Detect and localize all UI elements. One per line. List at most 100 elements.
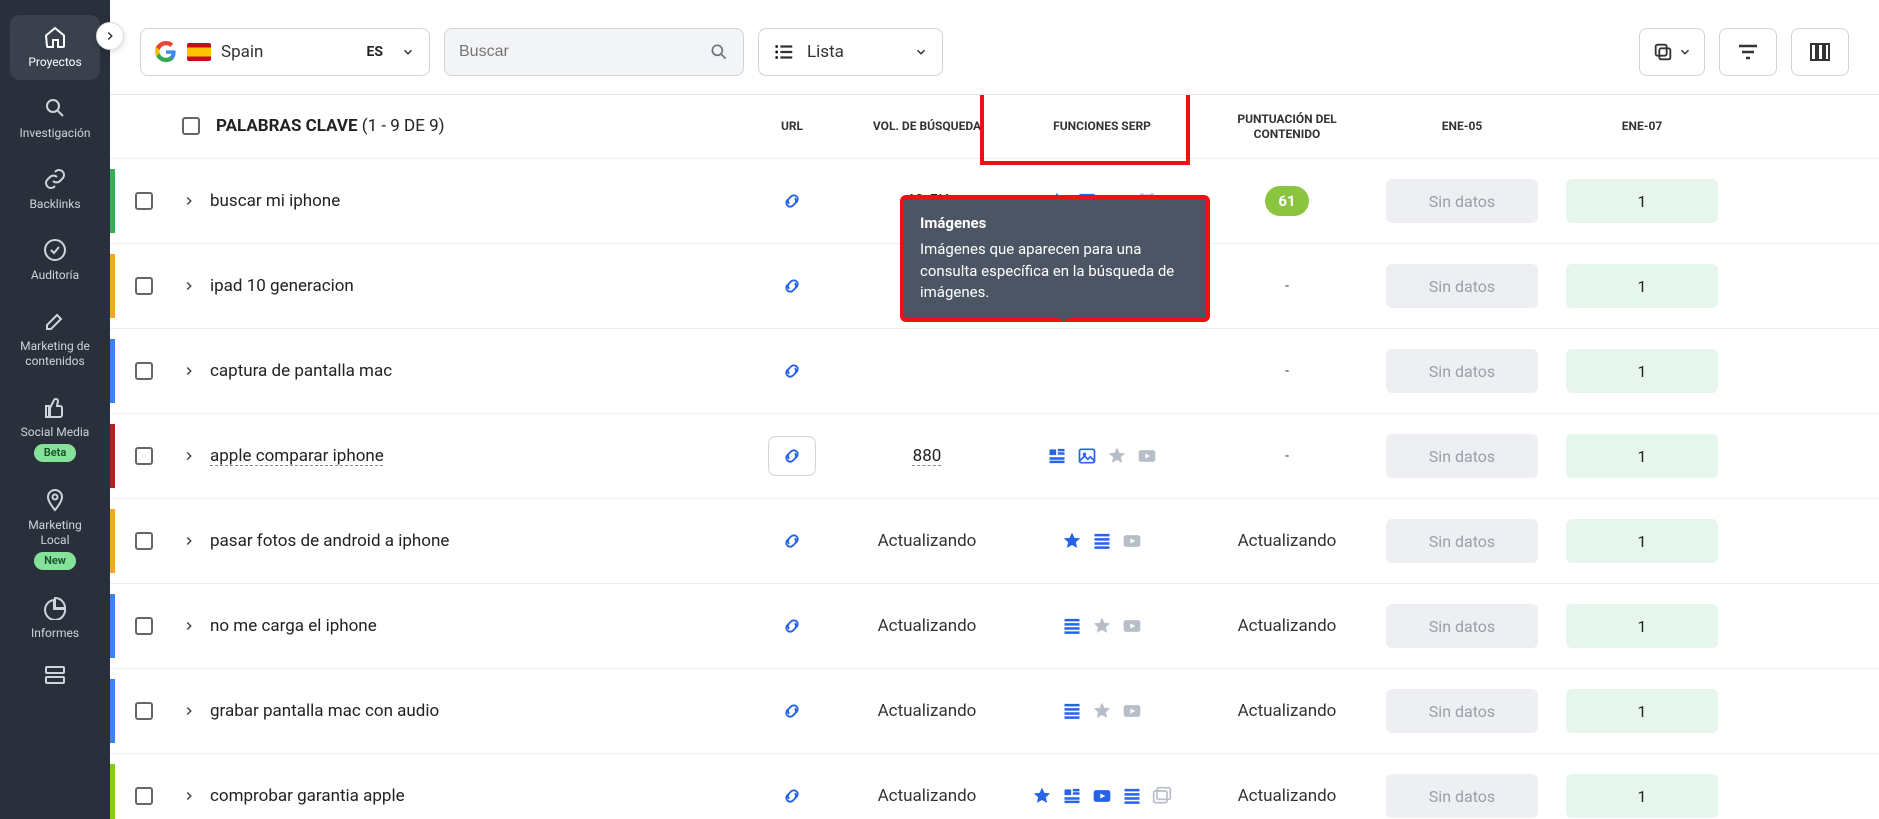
url-link-button[interactable] <box>768 436 816 476</box>
url-link-button[interactable] <box>768 606 816 646</box>
keyword-text[interactable]: buscar mi iphone <box>210 191 340 211</box>
serp-lines-icon[interactable] <box>1062 701 1082 721</box>
expand-row[interactable] <box>182 194 196 208</box>
sidebar-item-more[interactable] <box>10 657 100 699</box>
filter-button[interactable] <box>1719 28 1777 76</box>
row-stripe <box>110 509 115 573</box>
expand-row[interactable] <box>182 449 196 463</box>
serp-features <box>1010 446 1194 466</box>
serp-tooltip: Imágenes Imágenes que aparecen para una … <box>900 195 1210 322</box>
serp-video-icon[interactable] <box>1122 616 1142 636</box>
url-link-button[interactable] <box>768 266 816 306</box>
keyword-text[interactable]: no me carga el iphone <box>210 616 377 636</box>
country-selector[interactable]: Spain ES <box>140 28 430 76</box>
col-score[interactable]: PUNTUACIÓN DEL CONTENIDO <box>1202 102 1372 151</box>
rank-date2: 1 <box>1566 519 1718 563</box>
serp-video-icon[interactable] <box>1137 446 1157 466</box>
expand-row[interactable] <box>182 619 196 633</box>
serp-img-icon[interactable] <box>1077 446 1097 466</box>
chevron-down-icon <box>914 45 928 59</box>
col-serp[interactable]: FUNCIONES SERP <box>1002 109 1202 143</box>
row-checkbox[interactable] <box>135 447 153 465</box>
row-checkbox[interactable] <box>135 192 153 210</box>
row-checkbox[interactable] <box>135 617 153 635</box>
rank-date2: 1 <box>1566 689 1718 733</box>
serp-star-icon[interactable] <box>1032 786 1052 806</box>
keyword-text[interactable]: comprobar garantia apple <box>210 786 405 806</box>
sidebar: Proyectos Investigación Backlinks Audito… <box>0 0 110 819</box>
search-volume: Actualizando <box>878 786 977 806</box>
sidebar-item-backlinks[interactable]: Backlinks <box>10 157 100 222</box>
sidebar-item-proyectos[interactable]: Proyectos <box>10 15 100 80</box>
expand-row[interactable] <box>182 789 196 803</box>
sidebar-item-label: Social Media <box>21 425 90 440</box>
serp-lines-icon[interactable] <box>1092 531 1112 551</box>
serp-star-icon[interactable] <box>1092 701 1112 721</box>
tooltip-body: Imágenes que aparecen para una consulta … <box>920 240 1174 302</box>
row-checkbox[interactable] <box>135 362 153 380</box>
sidebar-item-social-media[interactable]: Social Media Beta <box>10 385 100 472</box>
table-row: apple comparar iphone880-Sin datos1 <box>110 414 1879 499</box>
sidebar-item-label: Auditoría <box>31 268 79 283</box>
copy-button[interactable] <box>1639 28 1705 76</box>
view-label: Lista <box>807 42 844 62</box>
row-checkbox[interactable] <box>135 702 153 720</box>
col-keywords[interactable]: PALABRAS CLAVE (1 - 9 DE 9) <box>216 116 445 136</box>
serp-star-icon[interactable] <box>1092 616 1112 636</box>
row-stripe <box>110 764 115 819</box>
sidebar-item-informes[interactable]: Informes <box>10 586 100 651</box>
serp-feat-icon[interactable] <box>1062 786 1082 806</box>
keyword-text[interactable]: captura de pantalla mac <box>210 361 392 381</box>
serp-lines-icon[interactable] <box>1062 616 1082 636</box>
sidebar-toggle[interactable] <box>96 22 124 50</box>
search-input[interactable] <box>459 43 699 61</box>
rank-date2: 1 <box>1566 604 1718 648</box>
keyword-text[interactable]: grabar pantalla mac con audio <box>210 701 439 721</box>
row-checkbox[interactable] <box>135 277 153 295</box>
row-checkbox[interactable] <box>135 787 153 805</box>
row-stripe <box>110 679 115 743</box>
url-link-button[interactable] <box>768 351 816 391</box>
url-link-button[interactable] <box>768 181 816 221</box>
serp-imgl-icon[interactable] <box>1152 786 1172 806</box>
serp-video-icon[interactable] <box>1122 701 1142 721</box>
pin-icon <box>43 488 67 512</box>
serp-lines-icon[interactable] <box>1122 786 1142 806</box>
row-stripe <box>110 424 115 488</box>
serp-video-icon[interactable] <box>1092 786 1112 806</box>
col-date1[interactable]: ENE-05 <box>1372 109 1552 143</box>
serp-features <box>1010 616 1194 636</box>
row-stripe <box>110 169 115 233</box>
sidebar-item-marketing-contenidos[interactable]: Marketing de contenidos <box>10 299 100 379</box>
serp-video-icon[interactable] <box>1122 531 1142 551</box>
filter-icon <box>1736 40 1760 64</box>
sidebar-item-investigacion[interactable]: Investigación <box>10 86 100 151</box>
col-date2[interactable]: ENE-07 <box>1552 109 1732 143</box>
keyword-text[interactable]: pasar fotos de android a iphone <box>210 531 449 551</box>
keyword-text[interactable]: apple comparar iphone <box>210 446 384 466</box>
col-volume[interactable]: VOL. DE BÚSQUEDA <box>852 109 1002 143</box>
columns-button[interactable] <box>1791 28 1849 76</box>
expand-row[interactable] <box>182 279 196 293</box>
serp-feat-icon[interactable] <box>1047 446 1067 466</box>
expand-row[interactable] <box>182 364 196 378</box>
serp-star-icon[interactable] <box>1062 531 1082 551</box>
url-link-button[interactable] <box>768 691 816 731</box>
sidebar-item-marketing-local[interactable]: Marketing Local New <box>10 478 100 580</box>
serp-features <box>1010 531 1194 551</box>
col-url[interactable]: URL <box>732 109 852 143</box>
expand-row[interactable] <box>182 534 196 548</box>
url-link-button[interactable] <box>768 521 816 561</box>
chevron-down-icon <box>1678 45 1692 59</box>
url-link-button[interactable] <box>768 776 816 816</box>
expand-row[interactable] <box>182 704 196 718</box>
serp-star-icon[interactable] <box>1107 446 1127 466</box>
select-all-checkbox[interactable] <box>182 117 200 135</box>
keyword-text[interactable]: ipad 10 generacion <box>210 276 354 296</box>
country-name: Spain <box>221 42 263 62</box>
sidebar-item-auditoria[interactable]: Auditoría <box>10 228 100 293</box>
row-checkbox[interactable] <box>135 532 153 550</box>
content-score: Actualizando <box>1238 786 1337 806</box>
view-selector[interactable]: Lista <box>758 28 943 76</box>
search-box[interactable] <box>444 28 744 76</box>
